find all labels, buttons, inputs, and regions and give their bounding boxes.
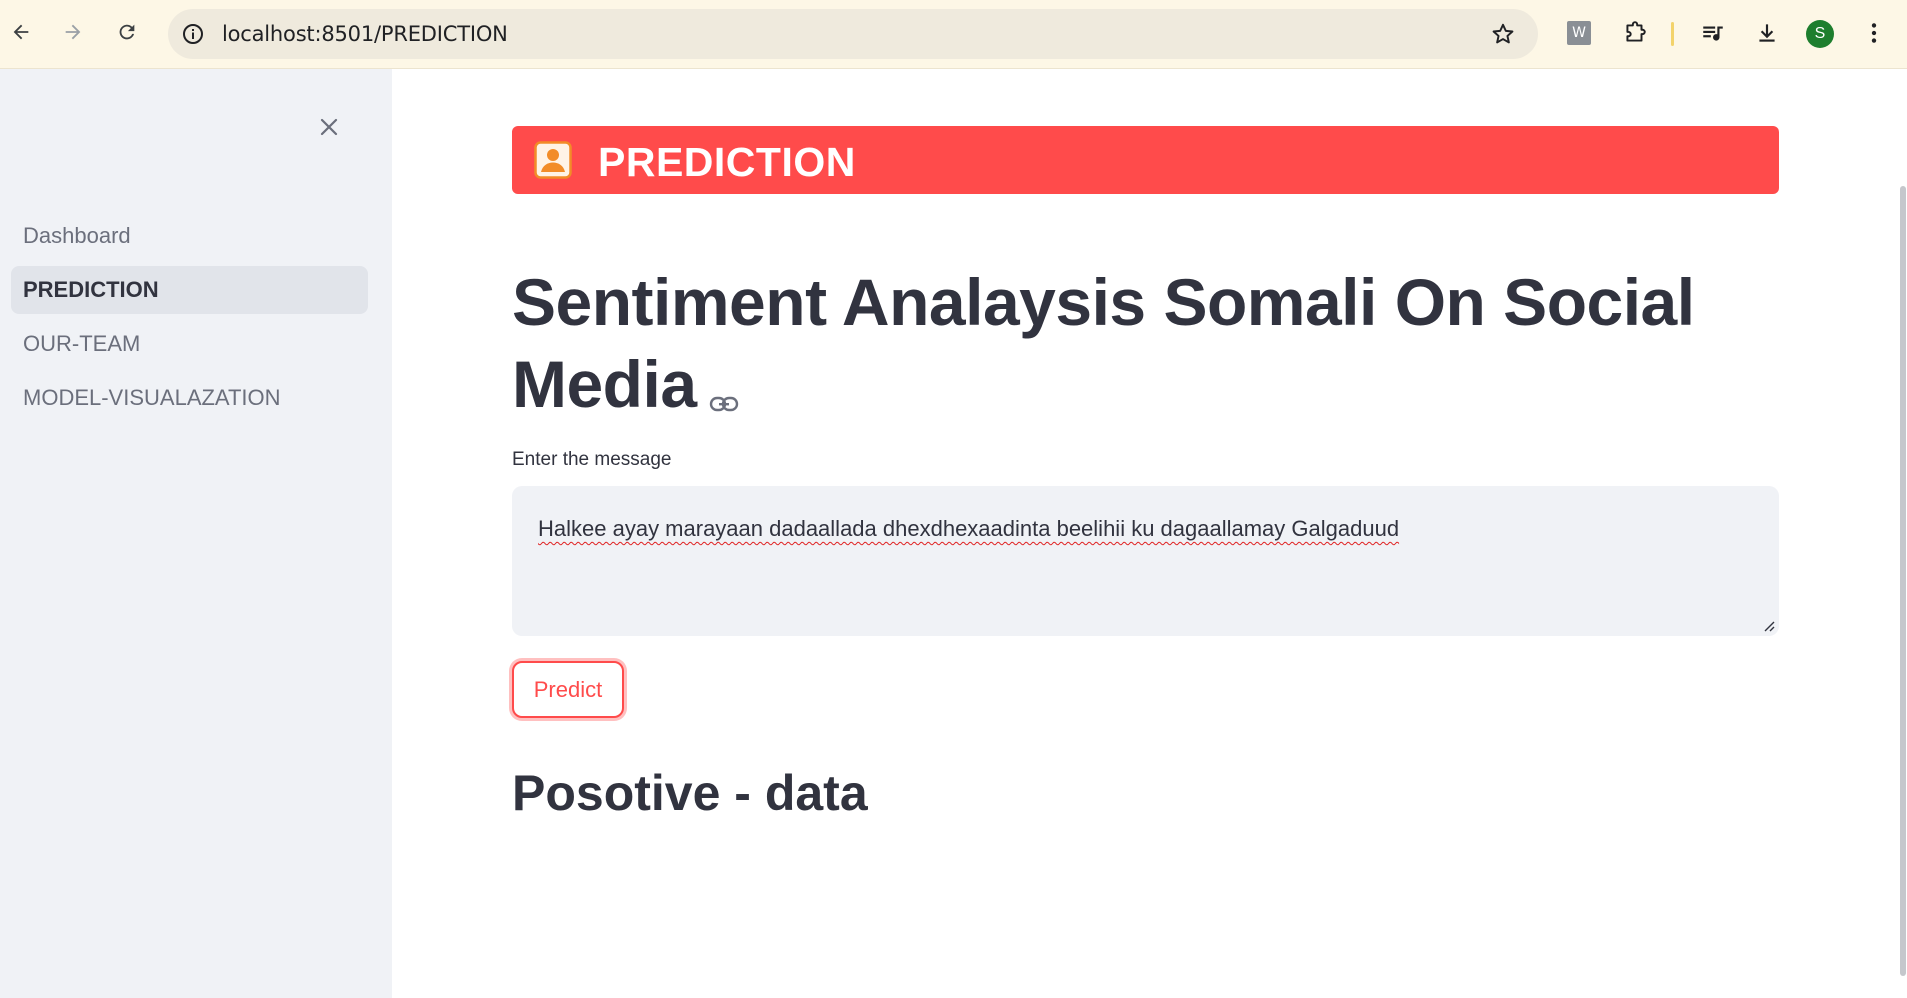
profile-initial: S xyxy=(1814,25,1826,42)
link-icon[interactable] xyxy=(709,349,739,431)
message-input-label: Enter the message xyxy=(512,449,672,470)
extensions-puzzle-icon[interactable] xyxy=(1619,17,1651,49)
arrow-left-icon xyxy=(13,24,29,40)
close-icon xyxy=(320,118,338,136)
bookmark-star-icon[interactable] xyxy=(1490,21,1516,47)
download-icon[interactable] xyxy=(1751,17,1783,49)
extension-w-label: W xyxy=(1567,21,1591,45)
profile-avatar[interactable]: S xyxy=(1806,20,1834,48)
predict-button[interactable]: Predict xyxy=(512,661,624,718)
resize-handle-icon[interactable] xyxy=(1761,618,1775,632)
reload-icon xyxy=(119,24,135,40)
sidebar-item-prediction[interactable]: PREDICTION xyxy=(11,266,368,314)
page-title: Sentiment Analaysis Somali On Social Med… xyxy=(512,261,1792,431)
sidebar: Dashboard PREDICTION OUR-TEAM MODEL-VISU… xyxy=(0,69,392,998)
forward-button[interactable] xyxy=(56,15,90,49)
sidebar-item-label: PREDICTION xyxy=(23,277,159,302)
arrow-right-icon xyxy=(65,24,81,40)
media-queue-icon[interactable] xyxy=(1697,17,1729,49)
extension-w-icon[interactable]: W xyxy=(1563,17,1595,49)
prediction-result: Posotive - data xyxy=(512,765,868,821)
sidebar-item-label: OUR-TEAM xyxy=(23,331,141,356)
browser-toolbar: localhost:8501/PREDICTION W S xyxy=(0,0,1907,69)
reload-button[interactable] xyxy=(110,15,144,49)
url-text[interactable]: localhost:8501/PREDICTION xyxy=(222,22,508,46)
close-sidebar-button[interactable] xyxy=(314,112,344,142)
user-badge-icon xyxy=(534,141,572,179)
message-textarea[interactable]: Halkee ayay marayaan dadaallada dhexdhex… xyxy=(512,486,1779,636)
sidebar-item-model-visualazation[interactable]: MODEL-VISUALAZATION xyxy=(11,374,368,422)
toolbar-divider xyxy=(1671,22,1674,46)
sidebar-item-label: Dashboard xyxy=(23,223,131,248)
sidebar-item-label: MODEL-VISUALAZATION xyxy=(23,385,281,410)
page-banner: PREDICTION xyxy=(512,126,1779,194)
main-content: PREDICTION Sentiment Analaysis Somali On… xyxy=(392,69,1907,998)
sidebar-item-dashboard[interactable]: Dashboard xyxy=(11,212,368,260)
message-textarea-value[interactable]: Halkee ayay marayaan dadaallada dhexdhex… xyxy=(538,516,1399,542)
sidebar-item-our-team[interactable]: OUR-TEAM xyxy=(11,320,368,368)
scrollbar-thumb[interactable] xyxy=(1900,186,1906,976)
back-button[interactable] xyxy=(4,15,38,49)
address-bar[interactable]: localhost:8501/PREDICTION xyxy=(168,9,1538,59)
browser-menu-icon[interactable] xyxy=(1858,17,1890,49)
page-title-text: Sentiment Analaysis Somali On Social Med… xyxy=(512,265,1695,421)
site-info-icon[interactable] xyxy=(180,21,206,47)
banner-title: PREDICTION xyxy=(598,139,856,185)
